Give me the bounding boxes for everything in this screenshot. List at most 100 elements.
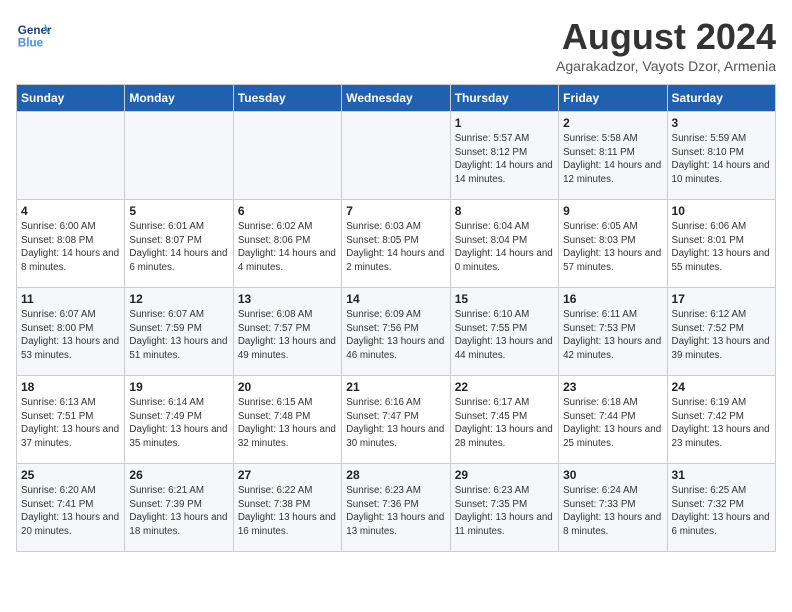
day-info: Sunrise: 6:07 AM Sunset: 7:59 PM Dayligh… xyxy=(129,308,228,363)
day-info: Sunrise: 6:23 AM Sunset: 7:35 PM Dayligh… xyxy=(455,484,554,539)
calendar-cell: 25Sunrise: 6:20 AM Sunset: 7:41 PM Dayli… xyxy=(17,464,125,552)
calendar-week-row: 4 Sunrise: 6:00 AM Sunset: 8:08 PM Daylig… xyxy=(17,200,776,288)
day-number: 2 xyxy=(563,116,662,130)
day-info: Sunrise: 6:16 AM Sunset: 7:47 PM Dayligh… xyxy=(346,396,445,451)
day-info: Sunrise: 6:22 AM Sunset: 7:38 PM Dayligh… xyxy=(238,484,337,539)
day-number: 5 xyxy=(129,204,228,218)
day-info: Sunrise: 6:06 AM Sunset: 8:01 PM Dayligh… xyxy=(672,220,771,275)
calendar-cell xyxy=(125,112,233,200)
day-number: 23 xyxy=(563,380,662,394)
calendar-cell: 21 Sunrise: 6:16 AM Sunset: 7:47 PM Dayli… xyxy=(342,376,450,464)
calendar-cell: 18 Sunrise: 6:13 AM Sunset: 7:51 PM Dayli… xyxy=(17,376,125,464)
calendar-cell: 5 Sunrise: 6:01 AM Sunset: 8:07 PM Daylig… xyxy=(125,200,233,288)
day-info: Sunrise: 6:19 AM Sunset: 7:42 PM Dayligh… xyxy=(672,396,771,451)
day-number: 29 xyxy=(455,468,554,482)
day-info: Sunrise: 6:09 AM Sunset: 7:56 PM Dayligh… xyxy=(346,308,445,363)
logo-icon: General Blue xyxy=(16,16,52,52)
day-number: 9 xyxy=(563,204,662,218)
calendar-cell: 1 Sunrise: 5:57 AM Sunset: 8:12 PM Daylig… xyxy=(450,112,558,200)
calendar-cell: 3 Sunrise: 5:59 AM Sunset: 8:10 PM Daylig… xyxy=(667,112,775,200)
day-number: 22 xyxy=(455,380,554,394)
day-number: 26 xyxy=(129,468,228,482)
day-number: 27 xyxy=(238,468,337,482)
weekday-header: Thursday xyxy=(450,85,558,112)
weekday-header: Sunday xyxy=(17,85,125,112)
calendar-cell: 23Sunrise: 6:18 AM Sunset: 7:44 PM Dayli… xyxy=(559,376,667,464)
day-number: 4 xyxy=(21,204,120,218)
calendar-cell: 26Sunrise: 6:21 AM Sunset: 7:39 PM Dayli… xyxy=(125,464,233,552)
day-info: Sunrise: 6:10 AM Sunset: 7:55 PM Dayligh… xyxy=(455,308,554,363)
day-info: Sunrise: 6:24 AM Sunset: 7:33 PM Dayligh… xyxy=(563,484,662,539)
calendar-cell: 11 Sunrise: 6:07 AM Sunset: 8:00 PM Dayli… xyxy=(17,288,125,376)
calendar-cell: 10 Sunrise: 6:06 AM Sunset: 8:01 PM Dayli… xyxy=(667,200,775,288)
calendar-cell: 30Sunrise: 6:24 AM Sunset: 7:33 PM Dayli… xyxy=(559,464,667,552)
calendar-cell: 14 Sunrise: 6:09 AM Sunset: 7:56 PM Dayli… xyxy=(342,288,450,376)
day-info: Sunrise: 6:07 AM Sunset: 8:00 PM Dayligh… xyxy=(21,308,120,363)
calendar-week-row: 11 Sunrise: 6:07 AM Sunset: 8:00 PM Dayli… xyxy=(17,288,776,376)
day-info: Sunrise: 6:02 AM Sunset: 8:06 PM Dayligh… xyxy=(238,220,337,275)
day-number: 17 xyxy=(672,292,771,306)
day-info: Sunrise: 6:17 AM Sunset: 7:45 PM Dayligh… xyxy=(455,396,554,451)
calendar-cell: 2 Sunrise: 5:58 AM Sunset: 8:11 PM Daylig… xyxy=(559,112,667,200)
weekday-header: Saturday xyxy=(667,85,775,112)
day-info: Sunrise: 6:13 AM Sunset: 7:51 PM Dayligh… xyxy=(21,396,120,451)
calendar-table: SundayMondayTuesdayWednesdayThursdayFrid… xyxy=(16,84,776,552)
weekday-header: Tuesday xyxy=(233,85,341,112)
day-number: 8 xyxy=(455,204,554,218)
calendar-cell: 17 Sunrise: 6:12 AM Sunset: 7:52 PM Dayli… xyxy=(667,288,775,376)
day-number: 16 xyxy=(563,292,662,306)
day-info: Sunrise: 6:04 AM Sunset: 8:04 PM Dayligh… xyxy=(455,220,554,275)
calendar-cell: 29 Sunrise: 6:23 AM Sunset: 7:35 PM Dayli… xyxy=(450,464,558,552)
day-number: 18 xyxy=(21,380,120,394)
day-info: Sunrise: 6:25 AM Sunset: 7:32 PM Dayligh… xyxy=(672,484,771,539)
calendar-cell: 12 Sunrise: 6:07 AM Sunset: 7:59 PM Dayli… xyxy=(125,288,233,376)
title-block: August 2024 Agarakadzor, Vayots Dzor, Ar… xyxy=(556,16,776,74)
calendar-cell xyxy=(17,112,125,200)
day-info: Sunrise: 6:00 AM Sunset: 8:08 PM Dayligh… xyxy=(21,220,120,275)
day-info: Sunrise: 6:08 AM Sunset: 7:57 PM Dayligh… xyxy=(238,308,337,363)
day-number: 21 xyxy=(346,380,445,394)
day-info: Sunrise: 6:11 AM Sunset: 7:53 PM Dayligh… xyxy=(563,308,662,363)
page-header: General Blue August 2024 Agarakadzor, Va… xyxy=(16,16,776,74)
calendar-cell xyxy=(342,112,450,200)
day-info: Sunrise: 6:05 AM Sunset: 8:03 PM Dayligh… xyxy=(563,220,662,275)
calendar-cell: 22 Sunrise: 6:17 AM Sunset: 7:45 PM Dayli… xyxy=(450,376,558,464)
location-subtitle: Agarakadzor, Vayots Dzor, Armenia xyxy=(556,58,776,74)
day-info: Sunrise: 6:20 AM Sunset: 7:41 PM Dayligh… xyxy=(21,484,120,539)
day-number: 24 xyxy=(672,380,771,394)
weekday-header: Wednesday xyxy=(342,85,450,112)
calendar-cell: 8 Sunrise: 6:04 AM Sunset: 8:04 PM Daylig… xyxy=(450,200,558,288)
day-number: 7 xyxy=(346,204,445,218)
day-number: 12 xyxy=(129,292,228,306)
calendar-cell xyxy=(233,112,341,200)
day-number: 3 xyxy=(672,116,771,130)
day-info: Sunrise: 6:12 AM Sunset: 7:52 PM Dayligh… xyxy=(672,308,771,363)
calendar-cell: 19 Sunrise: 6:14 AM Sunset: 7:49 PM Dayli… xyxy=(125,376,233,464)
day-info: Sunrise: 5:58 AM Sunset: 8:11 PM Dayligh… xyxy=(563,132,662,187)
svg-text:Blue: Blue xyxy=(18,37,44,50)
day-number: 31 xyxy=(672,468,771,482)
day-info: Sunrise: 6:01 AM Sunset: 8:07 PM Dayligh… xyxy=(129,220,228,275)
logo: General Blue xyxy=(16,16,52,52)
calendar-cell: 24 Sunrise: 6:19 AM Sunset: 7:42 PM Dayli… xyxy=(667,376,775,464)
calendar-cell: 7 Sunrise: 6:03 AM Sunset: 8:05 PM Daylig… xyxy=(342,200,450,288)
day-info: Sunrise: 5:57 AM Sunset: 8:12 PM Dayligh… xyxy=(455,132,554,187)
calendar-cell: 6Sunrise: 6:02 AM Sunset: 8:06 PM Daylig… xyxy=(233,200,341,288)
calendar-cell: 20Sunrise: 6:15 AM Sunset: 7:48 PM Dayli… xyxy=(233,376,341,464)
weekday-header-row: SundayMondayTuesdayWednesdayThursdayFrid… xyxy=(17,85,776,112)
calendar-cell: 13 Sunrise: 6:08 AM Sunset: 7:57 PM Dayli… xyxy=(233,288,341,376)
day-number: 19 xyxy=(129,380,228,394)
day-number: 10 xyxy=(672,204,771,218)
day-number: 1 xyxy=(455,116,554,130)
day-number: 11 xyxy=(21,292,120,306)
day-info: Sunrise: 6:03 AM Sunset: 8:05 PM Dayligh… xyxy=(346,220,445,275)
calendar-week-row: 18 Sunrise: 6:13 AM Sunset: 7:51 PM Dayli… xyxy=(17,376,776,464)
day-info: Sunrise: 5:59 AM Sunset: 8:10 PM Dayligh… xyxy=(672,132,771,187)
weekday-header: Friday xyxy=(559,85,667,112)
day-number: 13 xyxy=(238,292,337,306)
day-number: 28 xyxy=(346,468,445,482)
day-number: 15 xyxy=(455,292,554,306)
calendar-cell: 16 Sunrise: 6:11 AM Sunset: 7:53 PM Dayli… xyxy=(559,288,667,376)
day-info: Sunrise: 6:14 AM Sunset: 7:49 PM Dayligh… xyxy=(129,396,228,451)
day-number: 14 xyxy=(346,292,445,306)
